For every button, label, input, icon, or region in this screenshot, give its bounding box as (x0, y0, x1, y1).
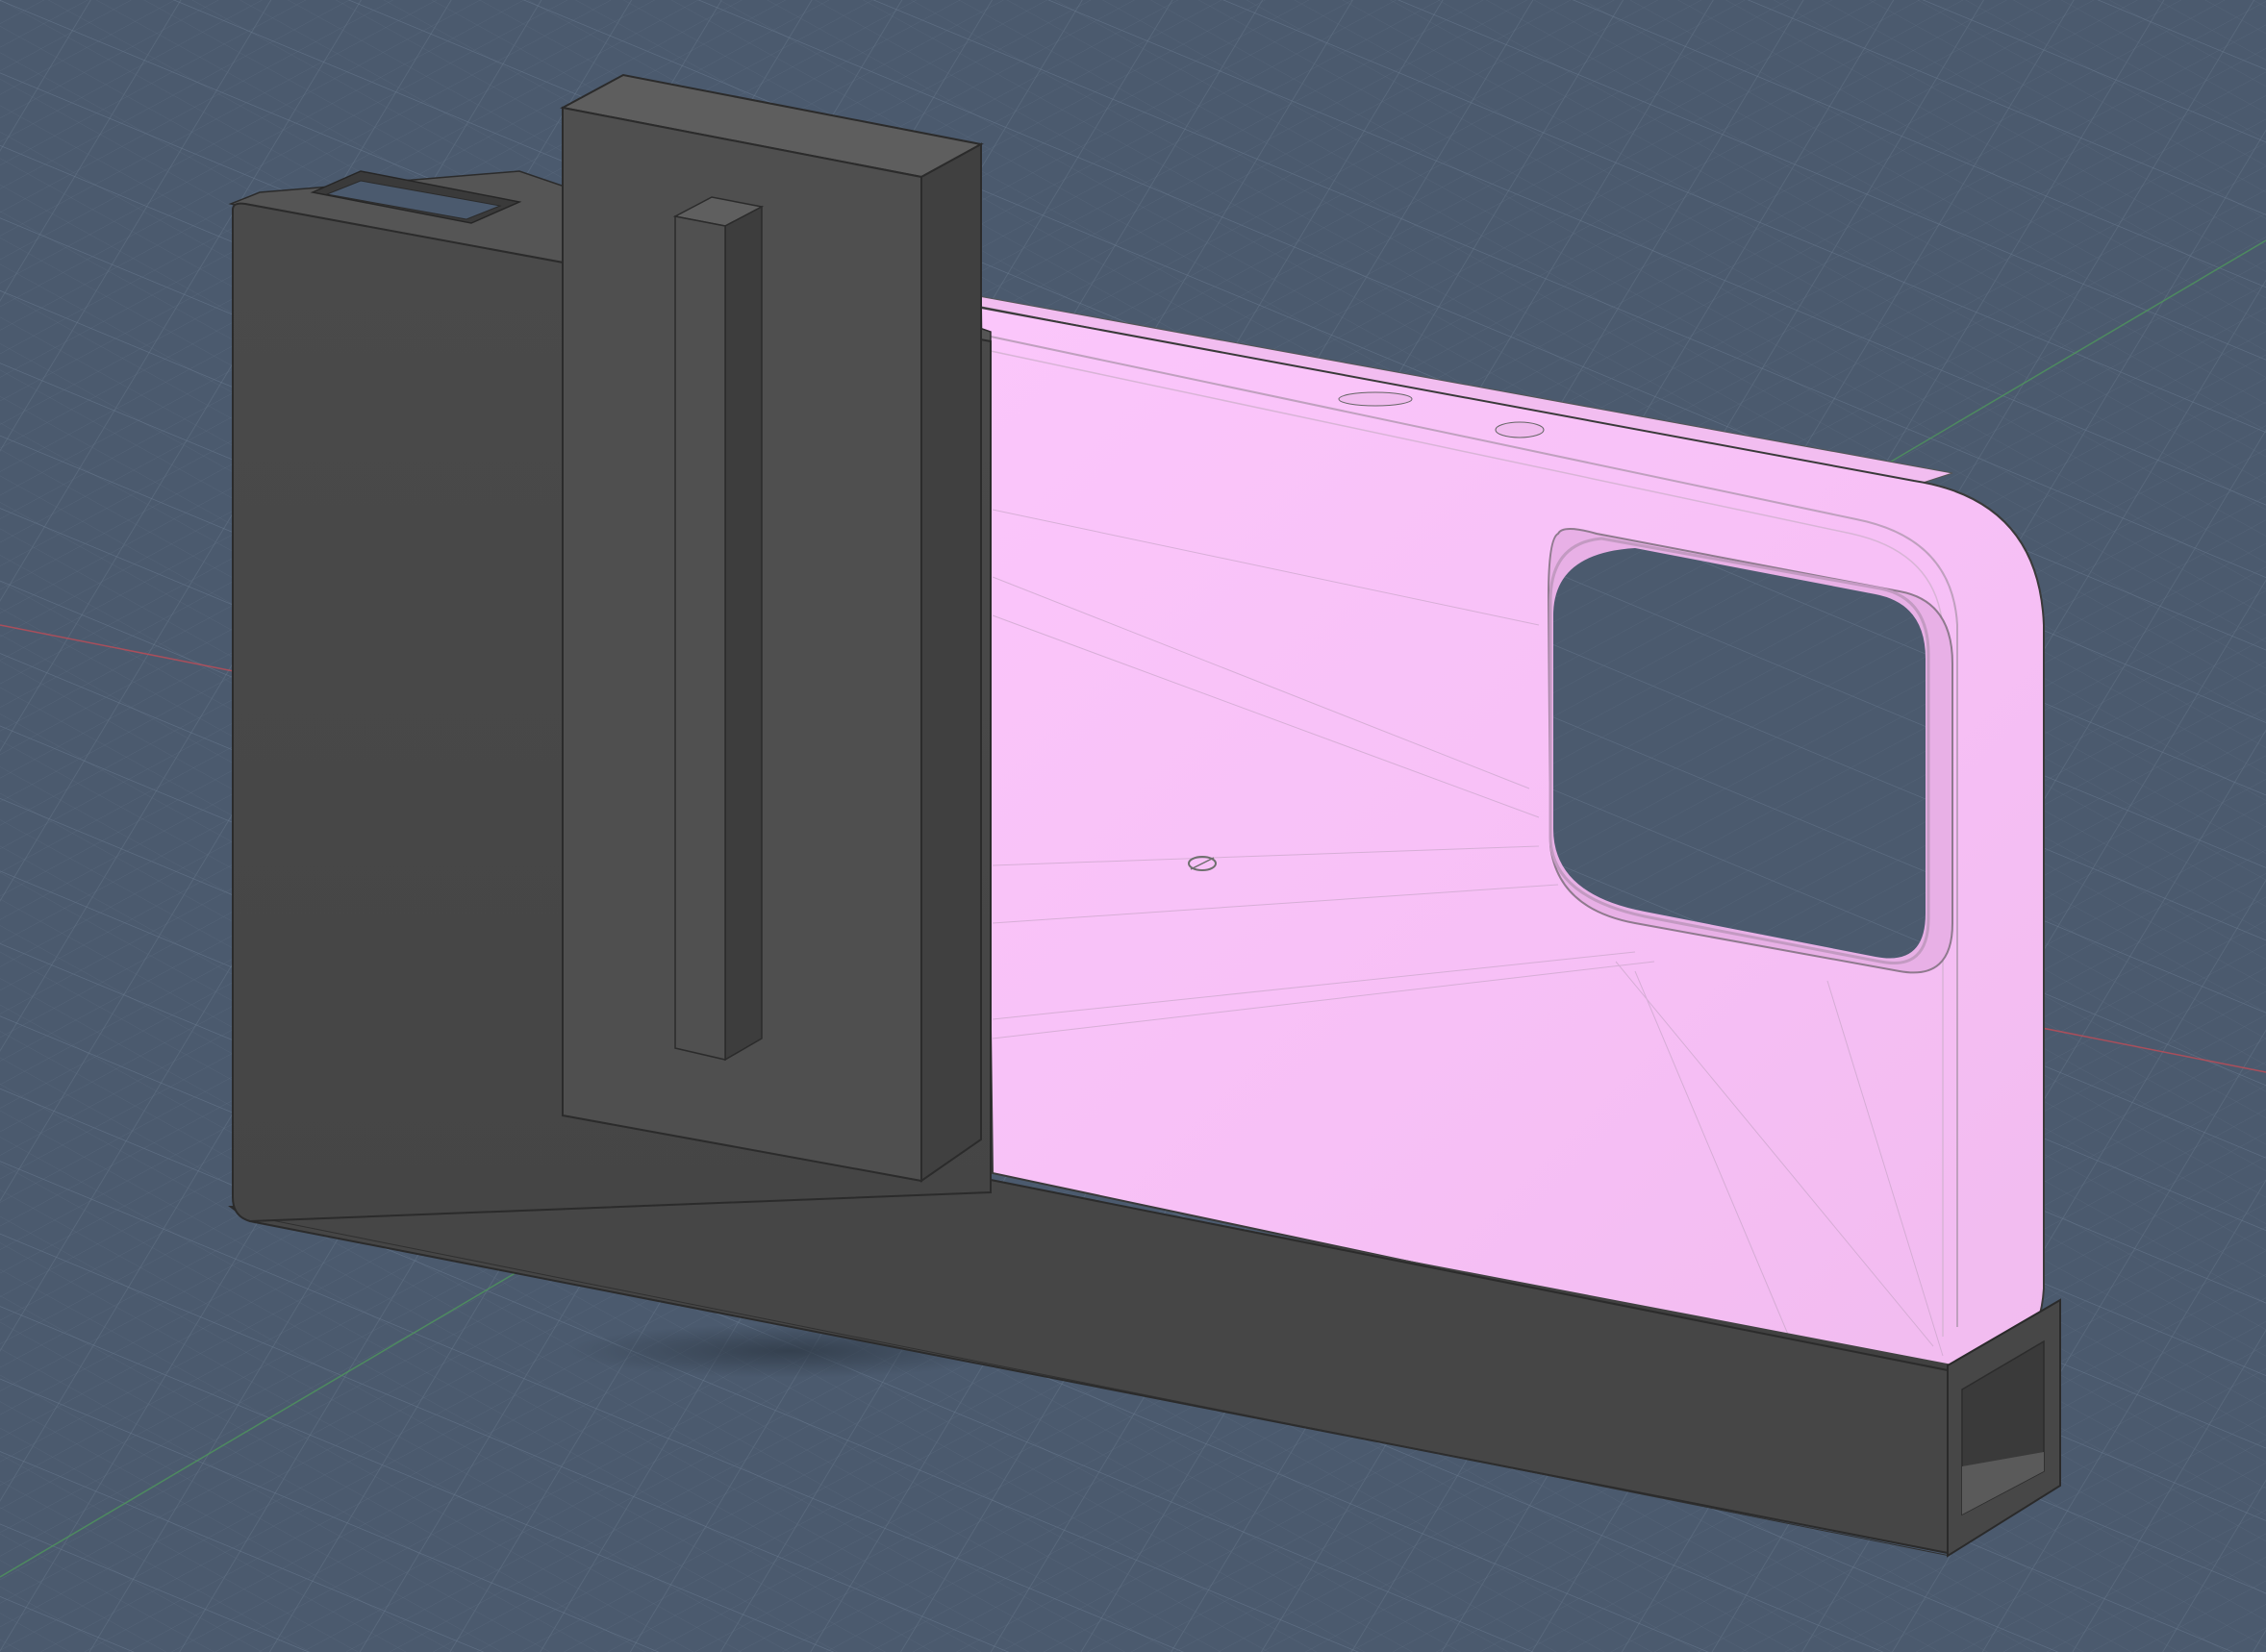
viewport-canvas[interactable] (0, 0, 2266, 1652)
vertical-rib (672, 196, 765, 1062)
clip-block[interactable] (560, 73, 984, 1183)
cad-3d-viewport[interactable] (0, 0, 2266, 1652)
side-button-bump (1495, 421, 1545, 438)
side-button-bump (1338, 391, 1413, 407)
camera-cutout (1547, 528, 1953, 974)
